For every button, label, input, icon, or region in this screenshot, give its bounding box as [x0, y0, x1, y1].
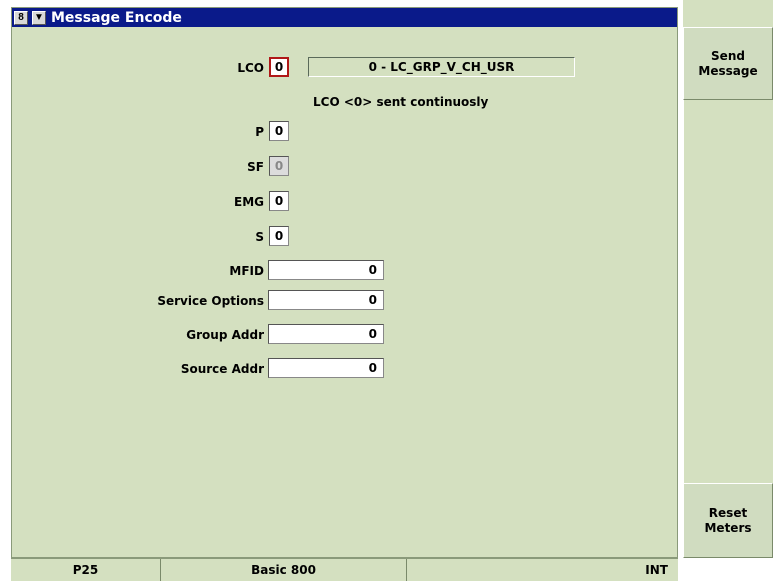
s-label: S — [255, 230, 264, 244]
send-message-label-2: Message — [698, 63, 758, 78]
status-bar-right-blank — [683, 558, 773, 581]
p-field[interactable]: 0 — [269, 121, 289, 141]
status-system: Basic 800 — [161, 559, 407, 581]
status-mode: P25 — [11, 559, 161, 581]
reset-meters-label-2: Meters — [704, 520, 752, 535]
p-label: P — [255, 125, 264, 139]
status-bar: P25 Basic 800 INT — [11, 558, 678, 581]
source-addr-field[interactable]: 0 — [268, 358, 384, 378]
window-title: Message Encode — [51, 9, 182, 26]
title-bar: 8 ▼ Message Encode — [12, 8, 677, 27]
sf-field: 0 — [269, 156, 289, 176]
send-message-label-1: Send — [711, 48, 745, 63]
emg-field[interactable]: 0 — [269, 191, 289, 211]
window-menu-icon[interactable]: 8 — [14, 10, 28, 25]
mfid-label: MFID — [229, 264, 264, 278]
dropdown-arrow-icon[interactable]: ▼ — [32, 10, 46, 25]
lco-label: LCO — [237, 61, 264, 75]
reset-meters-label-1: Reset — [708, 505, 748, 520]
service-options-field[interactable]: 0 — [268, 290, 384, 310]
source-addr-label: Source Addr — [180, 362, 264, 376]
send-message-button[interactable]: Send Message — [683, 27, 773, 100]
mfid-field[interactable]: 0 — [268, 260, 384, 280]
group-addr-label: Group Addr — [186, 328, 264, 342]
reset-meters-button[interactable]: Reset Meters — [683, 483, 773, 558]
s-field[interactable]: 0 — [269, 226, 289, 246]
sf-label: SF — [247, 160, 264, 174]
lco-field[interactable]: 0 — [269, 57, 289, 77]
group-addr-field[interactable]: 0 — [268, 324, 384, 344]
lco-name-display: 0 - LC_GRP_V_CH_USR — [308, 57, 575, 77]
side-panel-top — [683, 0, 773, 27]
status-reference: INT — [645, 563, 668, 577]
message-encode-window: 8 ▼ Message Encode LCO 0 0 - LC_GRP_V_CH… — [11, 7, 678, 558]
lco-status-message: LCO <0> sent continuosly — [313, 95, 489, 109]
side-panel-empty — [683, 100, 773, 483]
service-options-label: Service Options — [157, 294, 264, 308]
emg-label: EMG — [234, 195, 264, 209]
